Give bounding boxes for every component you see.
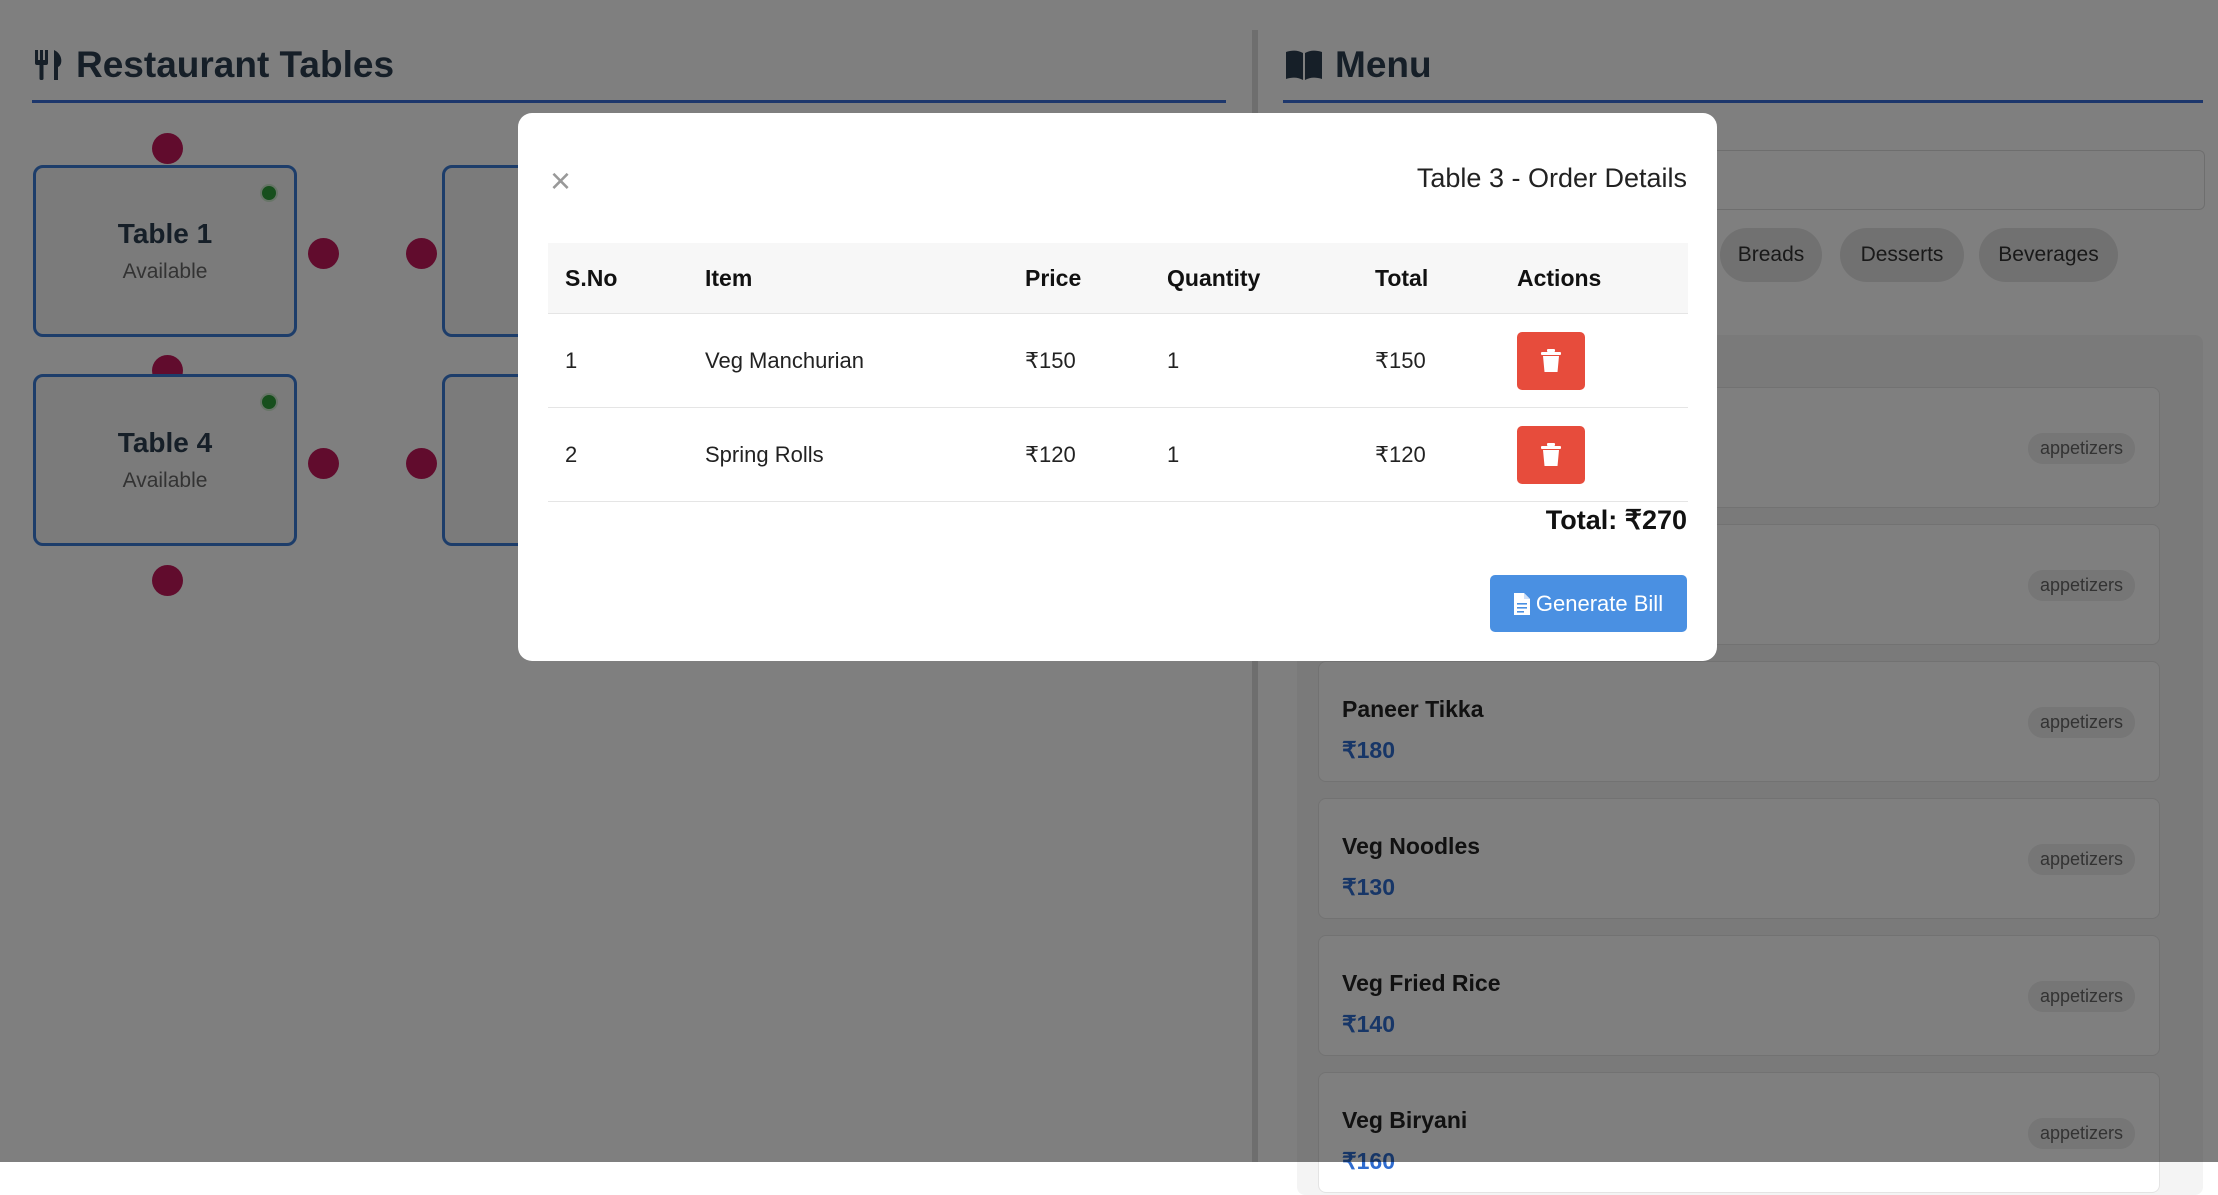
row-actions bbox=[1500, 313, 1688, 408]
order-table: S.No Item Price Quantity Total Actions 1… bbox=[548, 243, 1688, 502]
row-total: ₹150 bbox=[1358, 313, 1500, 408]
row-sno: 1 bbox=[548, 313, 688, 408]
column-header: Actions bbox=[1500, 243, 1688, 314]
delete-item-button[interactable] bbox=[1517, 425, 1585, 484]
row-actions bbox=[1500, 407, 1688, 502]
row-sno: 2 bbox=[548, 407, 688, 502]
row-total: ₹120 bbox=[1358, 407, 1500, 502]
row-item: Veg Manchurian bbox=[688, 313, 1008, 408]
table-row: 1 Veg Manchurian ₹150 1 ₹150 bbox=[548, 313, 1688, 408]
close-icon[interactable]: × bbox=[550, 163, 571, 199]
row-item: Spring Rolls bbox=[688, 407, 1008, 502]
order-table-header-row: S.No Item Price Quantity Total Actions bbox=[548, 243, 1688, 314]
trash-icon bbox=[1541, 349, 1561, 372]
row-price: ₹150 bbox=[1008, 313, 1150, 408]
table-row: 2 Spring Rolls ₹120 1 ₹120 bbox=[548, 407, 1688, 502]
file-icon bbox=[1513, 592, 1530, 615]
row-price: ₹120 bbox=[1008, 407, 1150, 502]
column-header: Item bbox=[688, 243, 1008, 314]
column-header: Price bbox=[1008, 243, 1150, 314]
delete-item-button[interactable] bbox=[1517, 331, 1585, 390]
column-header: S.No bbox=[548, 243, 688, 314]
app: Restaurant Tables Table 1 Available Tabl… bbox=[0, 0, 2218, 1195]
generate-bill-button[interactable]: Generate Bill bbox=[1490, 575, 1687, 632]
row-quantity: 1 bbox=[1150, 407, 1358, 502]
column-header: Quantity bbox=[1150, 243, 1358, 314]
generate-bill-label: Generate Bill bbox=[1535, 590, 1664, 616]
modal-title: Table 3 - Order Details bbox=[1416, 163, 1687, 193]
order-total: Total: ₹270 bbox=[1545, 505, 1687, 535]
trash-icon bbox=[1541, 443, 1561, 466]
order-details-modal: × Table 3 - Order Details S.No Item Pric… bbox=[518, 113, 1717, 661]
row-quantity: 1 bbox=[1150, 313, 1358, 408]
column-header: Total bbox=[1358, 243, 1500, 314]
